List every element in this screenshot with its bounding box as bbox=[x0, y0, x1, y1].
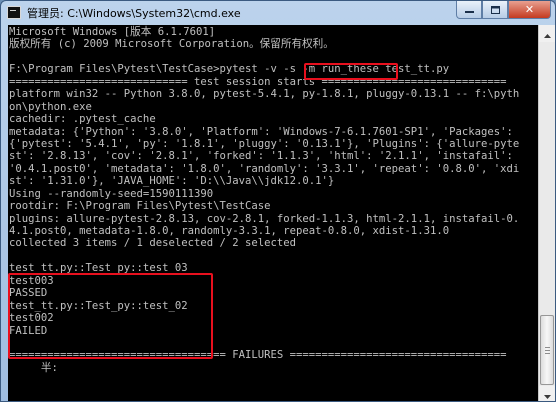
console-line: on\python.exe bbox=[9, 100, 92, 113]
console-line: metadata: {'Python': '3.8.0', 'Platform'… bbox=[9, 125, 513, 138]
console-line: rootdir: F:\Program Files\Pytest\TestCas… bbox=[9, 200, 271, 213]
maximize-button[interactable] bbox=[482, 1, 508, 19]
console-line: '0.4.1.post0', 'metadata': '1.8.0', 'ran… bbox=[9, 162, 520, 175]
highlight-test-results bbox=[8, 273, 213, 359]
console-line: Using --randomly-seed=1590111390 bbox=[9, 187, 214, 200]
maximize-icon bbox=[490, 5, 500, 14]
close-icon: ✕ bbox=[524, 3, 535, 16]
console-line: cachedir: .pytest_cache bbox=[9, 113, 156, 126]
console-output[interactable]: Microsoft Windows [版本 6.1.7601] 版权所有 (c) … bbox=[8, 25, 538, 401]
close-button[interactable]: ✕ bbox=[508, 1, 551, 19]
cmd-window: 管理员: C:\Windows\System32\cmd.exe ✕ Micro… bbox=[0, 0, 556, 402]
console-line: 半: bbox=[9, 361, 58, 374]
scroll-up-button[interactable] bbox=[539, 25, 555, 42]
console-line: F:\Program Files\Pytest\TestCase>pytest … bbox=[9, 63, 450, 76]
title-bar[interactable]: 管理员: C:\Windows\System32\cmd.exe ✕ bbox=[1, 1, 555, 25]
window-title: 管理员: C:\Windows\System32\cmd.exe bbox=[27, 7, 241, 20]
vertical-scrollbar[interactable] bbox=[538, 25, 555, 402]
console-line: plugins: allure-pytest-2.8.13, cov-2.8.1… bbox=[9, 212, 520, 225]
arrow-up-icon bbox=[543, 25, 551, 43]
scroll-down-button[interactable] bbox=[539, 386, 555, 402]
scrollbar-grip-icon bbox=[545, 350, 550, 351]
scrollbar-grip-icon bbox=[545, 347, 550, 348]
console-line: platform win32 -- Python 3.8.0, pytest-5… bbox=[9, 88, 520, 101]
console-icon[interactable] bbox=[7, 6, 21, 19]
minimize-icon bbox=[464, 6, 474, 14]
highlight-marker-option bbox=[304, 63, 398, 80]
console-line: 4.1.post0, metadata-1.8.0, randomly-3.3.… bbox=[9, 225, 450, 237]
console-line: Microsoft Windows [版本 6.1.7601] bbox=[9, 26, 216, 38]
console-line: collected 3 items / 1 deselected / 2 sel… bbox=[9, 237, 297, 250]
console-line: st': '2.8.13', 'cov': '2.8.1', 'forked':… bbox=[9, 150, 513, 163]
arrow-down-icon bbox=[543, 386, 551, 402]
window-controls: ✕ bbox=[456, 1, 551, 20]
scrollbar-grip-icon bbox=[545, 353, 550, 354]
console-line: {'pytest': '5.4.1', 'py': '1.8.1', 'plug… bbox=[9, 137, 520, 150]
console-line: ============================ test sessio… bbox=[9, 75, 507, 88]
console-line: st': '1.31.0'}, 'JAVA_HOME': 'D:\\Java\\… bbox=[9, 175, 335, 188]
minimize-button[interactable] bbox=[456, 1, 482, 19]
console-line: 版权所有 (c) 2009 Microsoft Corporation。保留所有… bbox=[9, 38, 334, 51]
scrollbar-thumb[interactable] bbox=[540, 315, 554, 385]
